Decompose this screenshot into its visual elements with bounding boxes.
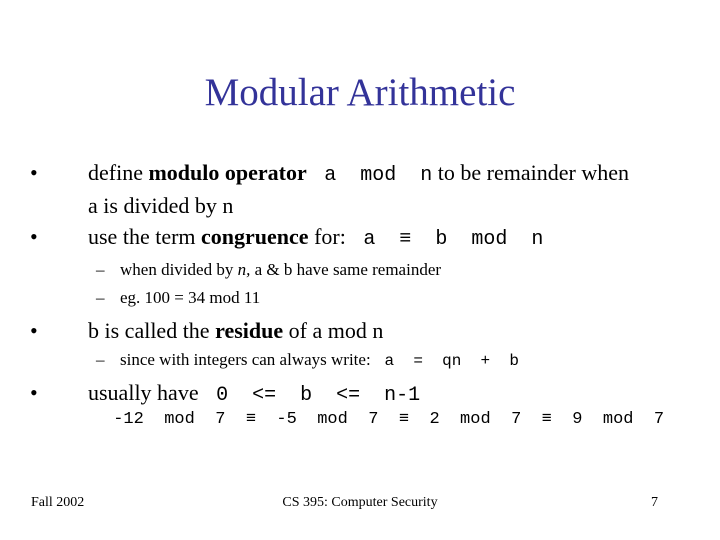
footer-page-number: 7	[651, 495, 658, 510]
bullet-usually-have: • usually have 0 <= b <= n-1	[30, 378, 420, 411]
bullet-text: b is called the residue of a mod n	[88, 318, 384, 343]
bullet-text-continuation: a is divided by n	[88, 193, 234, 218]
bullet-icon: •	[30, 160, 38, 185]
bullet-icon: •	[30, 224, 38, 249]
subbullet-integers: – since with integers can always write: a…	[96, 350, 519, 370]
footer-course: CS 395: Computer Security	[282, 495, 438, 510]
bullet-text: use the term congruence for: a ≡ b mod n	[88, 224, 544, 251]
subbullet-same-remainder: – when divided by n, a & b have same rema…	[96, 258, 441, 282]
bullet-residue: • b is called the residue of a mod n	[30, 316, 383, 346]
slide-title: Modular Arithmetic	[204, 71, 516, 114]
dash-icon: –	[96, 288, 105, 307]
congruence-example: -12 mod 7 ≡ -5 mod 7 ≡ 2 mod 7 ≡ 9 mod 7	[103, 410, 665, 429]
subbullet-example: – eg. 100 = 34 mod 11	[96, 286, 260, 310]
bullet-congruence: • use the term congruence for: a ≡ b mod…	[30, 222, 543, 255]
bullet-text: usually have 0 <= b <= n-1	[88, 380, 421, 407]
bullet-modulo-operator: • define modulo operator a mod n to be r…	[30, 158, 629, 221]
bullet-icon: •	[30, 380, 38, 405]
dash-icon: –	[96, 260, 105, 279]
bullet-text: define modulo operator a mod n to be rem…	[88, 160, 629, 187]
bullet-icon: •	[30, 318, 38, 343]
dash-icon: –	[96, 350, 105, 369]
